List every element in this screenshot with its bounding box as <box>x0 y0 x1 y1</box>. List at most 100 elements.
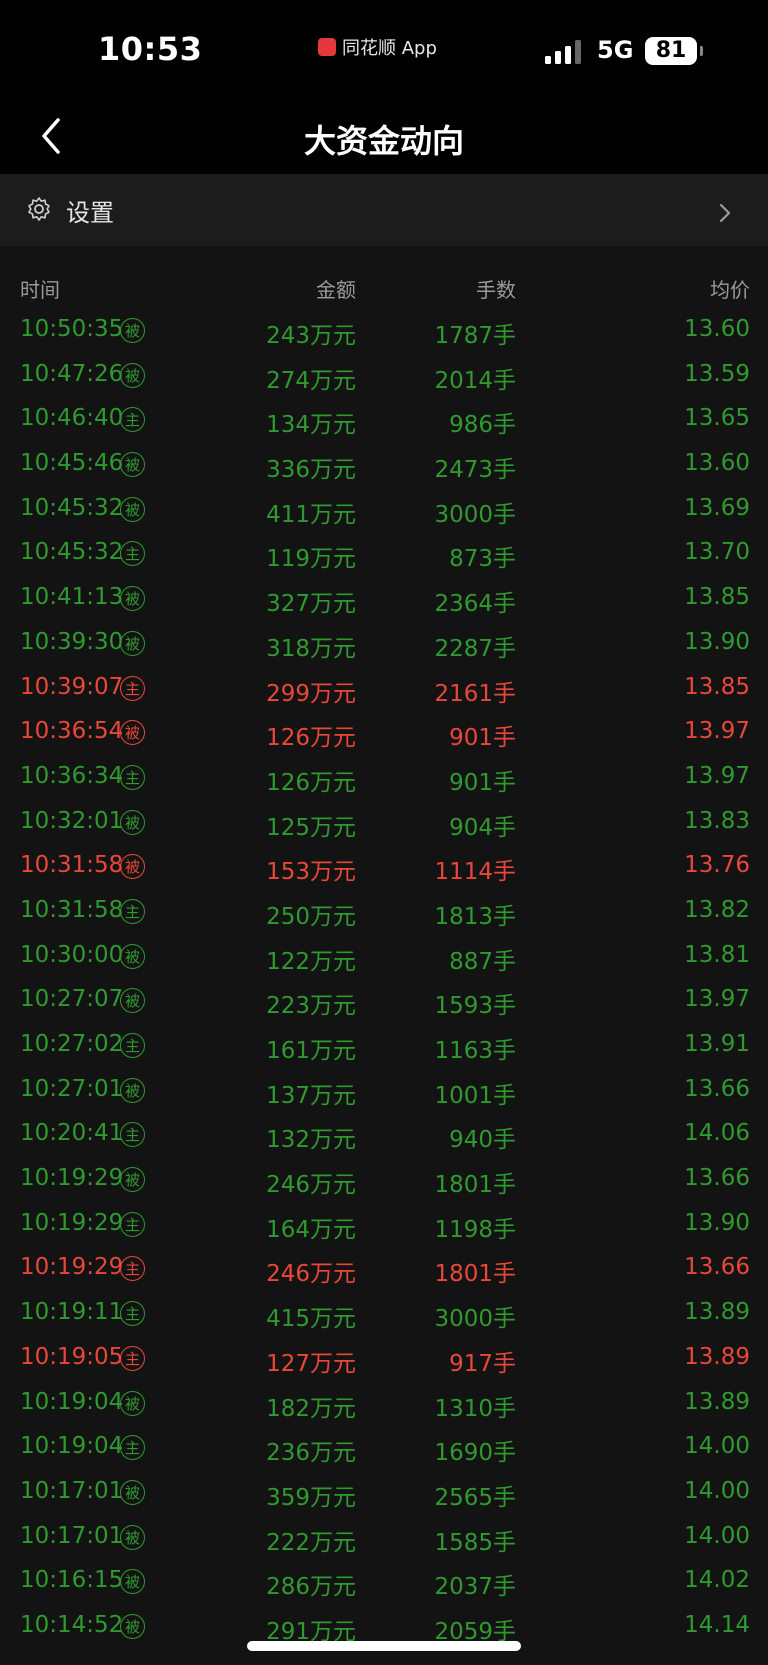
trade-avg-price: 13.69 <box>684 494 750 521</box>
trade-type-badge: 主 <box>120 1301 145 1327</box>
trade-amount: 246万元 <box>266 1172 356 1199</box>
trade-type-badge: 被 <box>120 1077 145 1103</box>
trade-type-badge: 被 <box>120 1479 145 1505</box>
status-bar: 10:53 同花顺 App 5G 81 <box>0 0 768 100</box>
trade-time: 10:30:00 <box>20 941 124 968</box>
trade-amount: 132万元 <box>266 1127 356 1154</box>
trade-avg-price: 13.66 <box>684 1075 750 1102</box>
trade-time: 10:27:02 <box>20 1031 124 1057</box>
trade-time: 10:19:04 <box>20 1388 124 1415</box>
trade-amount: 153万元 <box>266 859 356 886</box>
trade-avg-price: 14.00 <box>684 1433 750 1460</box>
trade-amount: 134万元 <box>266 412 356 439</box>
trade-avg-price: 14.00 <box>684 1522 750 1549</box>
table-row[interactable]: 10:45:46 被 336万元 2473手 13.60 <box>0 442 768 487</box>
trade-type-badge: 主 <box>120 1435 145 1461</box>
table-row[interactable]: 10:36:54 被 126万元 901手 13.97 <box>0 710 768 755</box>
trade-time: 10:32:01 <box>20 807 124 834</box>
table-row[interactable]: 10:19:04 主 236万元 1690手 14.00 <box>0 1425 768 1470</box>
table-row[interactable]: 10:16:15 被 286万元 2037手 14.02 <box>0 1559 768 1604</box>
trade-time: 10:46:40 <box>20 405 124 432</box>
trade-lots: 1585手 <box>434 1529 516 1556</box>
trade-lots: 1690手 <box>434 1440 516 1467</box>
trade-avg-price: 13.97 <box>684 986 750 1013</box>
trade-lots: 2161手 <box>434 680 516 707</box>
table-row[interactable]: 10:19:05 主 127万元 917手 13.89 <box>0 1336 768 1381</box>
table-row[interactable]: 10:27:01 被 137万元 1001手 13.66 <box>0 1068 768 1113</box>
trade-time: 10:36:54 <box>20 718 124 745</box>
trade-lots: 1801手 <box>434 1261 516 1288</box>
table-row[interactable]: 10:27:02 主 161万元 1163手 13.91 <box>0 1023 768 1068</box>
table-row[interactable]: 10:27:07 被 223万元 1593手 13.97 <box>0 978 768 1023</box>
trade-type-badge: 主 <box>120 1033 145 1058</box>
trade-avg-price: 13.76 <box>684 852 750 879</box>
table-row[interactable]: 10:50:35 被 243万元 1787手 13.60 <box>0 308 768 353</box>
table-row[interactable]: 10:31:58 主 250万元 1813手 13.82 <box>0 889 768 934</box>
table-row[interactable]: 10:32:01 被 125万元 904手 13.83 <box>0 800 768 845</box>
trade-lots: 901手 <box>449 725 516 752</box>
return-to-app-pill[interactable]: 同花顺 App <box>318 34 437 60</box>
home-indicator[interactable] <box>247 1641 521 1651</box>
trade-lots: 901手 <box>449 769 516 796</box>
trade-type-badge: 主 <box>120 1256 145 1282</box>
table-row[interactable]: 10:45:32 主 119万元 873手 13.70 <box>0 531 768 576</box>
table-row[interactable]: 10:30:00 被 122万元 887手 13.81 <box>0 934 768 979</box>
trade-avg-price: 13.91 <box>684 1031 750 1057</box>
trade-lots: 917手 <box>449 1350 516 1377</box>
table-row[interactable]: 10:41:13 被 327万元 2364手 13.85 <box>0 576 768 621</box>
trade-time: 10:45:32 <box>20 494 124 521</box>
trade-amount: 161万元 <box>266 1038 356 1064</box>
trade-time: 10:19:29 <box>20 1209 124 1236</box>
trade-time: 10:19:04 <box>20 1433 124 1460</box>
trade-amount: 122万元 <box>266 948 356 975</box>
trade-avg-price: 13.85 <box>684 584 750 611</box>
trade-amount: 137万元 <box>266 1082 356 1109</box>
trade-type-badge: 被 <box>120 496 145 522</box>
settings-row[interactable]: 设置 <box>0 174 768 246</box>
app-icon <box>318 38 336 56</box>
table-row[interactable]: 10:36:34 主 126万元 901手 13.97 <box>0 755 768 800</box>
header-avg-price: 均价 <box>710 278 750 302</box>
trade-type-badge: 主 <box>120 407 145 433</box>
table-row[interactable]: 10:47:26 被 274万元 2014手 13.59 <box>0 353 768 398</box>
trade-type-badge: 被 <box>120 854 145 880</box>
table-row[interactable]: 10:19:11 主 415万元 3000手 13.89 <box>0 1291 768 1336</box>
trade-lots: 1114手 <box>434 859 516 886</box>
trade-amount: 182万元 <box>266 1395 356 1422</box>
table-row[interactable]: 10:45:32 被 411万元 3000手 13.69 <box>0 487 768 532</box>
trade-type-badge: 主 <box>120 898 145 924</box>
trade-time: 10:47:26 <box>20 360 124 387</box>
trade-type-badge: 主 <box>120 764 145 790</box>
table-row[interactable]: 10:19:29 主 246万元 1801手 13.66 <box>0 1246 768 1291</box>
trade-amount: 126万元 <box>266 769 356 796</box>
table-row[interactable]: 10:17:01 被 359万元 2565手 14.00 <box>0 1470 768 1515</box>
trade-avg-price: 13.66 <box>684 1165 750 1192</box>
header-time: 时间 <box>20 278 60 302</box>
trade-amount: 327万元 <box>266 591 356 618</box>
table-row[interactable]: 10:31:58 被 153万元 1114手 13.76 <box>0 844 768 889</box>
trade-lots: 2037手 <box>434 1574 516 1601</box>
table-row[interactable]: 10:39:07 主 299万元 2161手 13.85 <box>0 666 768 711</box>
trade-amount: 359万元 <box>266 1484 356 1511</box>
page-title: 大资金动向 <box>303 122 464 160</box>
trade-amount: 164万元 <box>266 1216 356 1243</box>
trade-lots: 2473手 <box>434 457 516 484</box>
table-row[interactable]: 10:17:01 被 222万元 1585手 14.00 <box>0 1515 768 1560</box>
trade-lots: 2364手 <box>434 591 516 618</box>
trade-amount: 415万元 <box>266 1306 356 1333</box>
trade-lots: 3000手 <box>434 501 516 528</box>
table-row[interactable]: 10:19:04 被 182万元 1310手 13.89 <box>0 1381 768 1426</box>
trade-avg-price: 13.70 <box>684 539 750 566</box>
trade-avg-price: 13.85 <box>684 673 750 700</box>
table-row[interactable]: 10:19:29 被 246万元 1801手 13.66 <box>0 1157 768 1202</box>
trade-avg-price: 13.66 <box>684 1254 750 1281</box>
table-row[interactable]: 10:46:40 主 134万元 986手 13.65 <box>0 397 768 442</box>
trade-time: 10:31:58 <box>20 852 124 879</box>
table-row[interactable]: 10:20:41 主 132万元 940手 14.06 <box>0 1112 768 1157</box>
trade-amount: 246万元 <box>266 1261 356 1288</box>
table-row[interactable]: 10:19:29 主 164万元 1198手 13.90 <box>0 1202 768 1247</box>
trade-avg-price: 13.89 <box>684 1343 750 1370</box>
trade-avg-price: 13.89 <box>684 1388 750 1415</box>
table-row[interactable]: 10:39:30 被 318万元 2287手 13.90 <box>0 621 768 666</box>
trade-lots: 1310手 <box>434 1395 516 1422</box>
